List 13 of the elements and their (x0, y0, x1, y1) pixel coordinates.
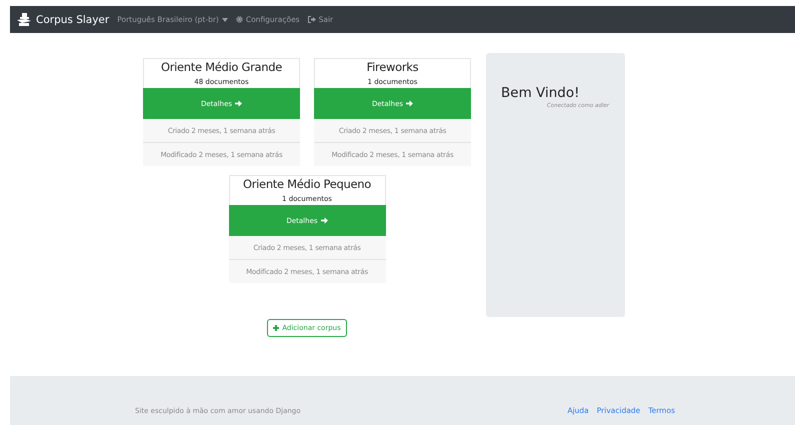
corpus-title: Oriente Médio Grande (160, 60, 282, 74)
welcome-title: Bem Vindo! (501, 85, 580, 101)
arrow-right-icon (235, 100, 242, 107)
brand-link[interactable]: Corpus Slayer (17, 13, 110, 26)
arrow-right-icon (320, 217, 328, 224)
logout-icon (308, 16, 316, 23)
arrow-right-icon (406, 100, 414, 107)
logo-icon (17, 13, 31, 26)
corpus-title: Fireworks (366, 60, 418, 74)
corpus-title: Oriente Médio Pequeno (242, 177, 372, 191)
settings-icon (236, 16, 243, 23)
caret-icon (222, 18, 228, 22)
plus-icon (273, 325, 280, 331)
